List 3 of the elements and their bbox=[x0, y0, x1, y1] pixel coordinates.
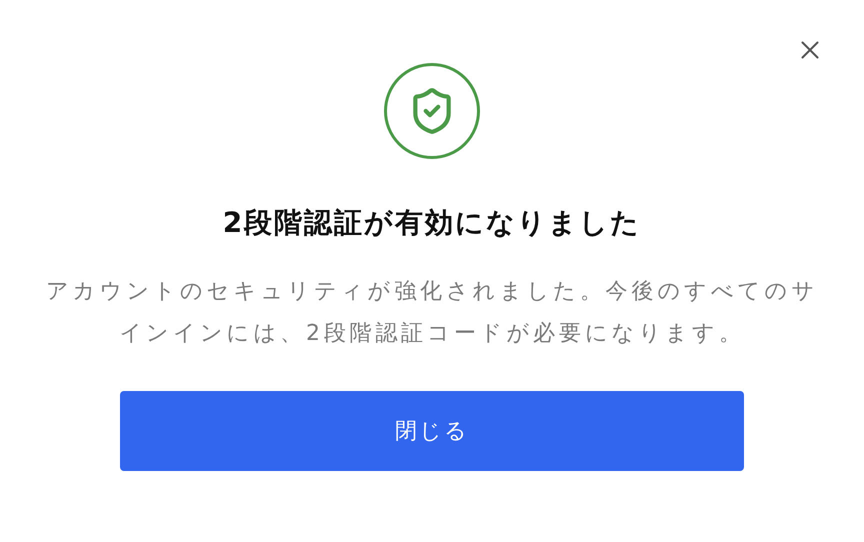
close-dialog-button[interactable]: 閉じる bbox=[120, 391, 744, 471]
dialog-title: 2段階認証が有効になりました bbox=[222, 205, 642, 241]
dialog-message: アカウントのセキュリティが強化されました。今後のすべてのサインインには、2段階認証コードが必要になります。 bbox=[44, 278, 820, 348]
